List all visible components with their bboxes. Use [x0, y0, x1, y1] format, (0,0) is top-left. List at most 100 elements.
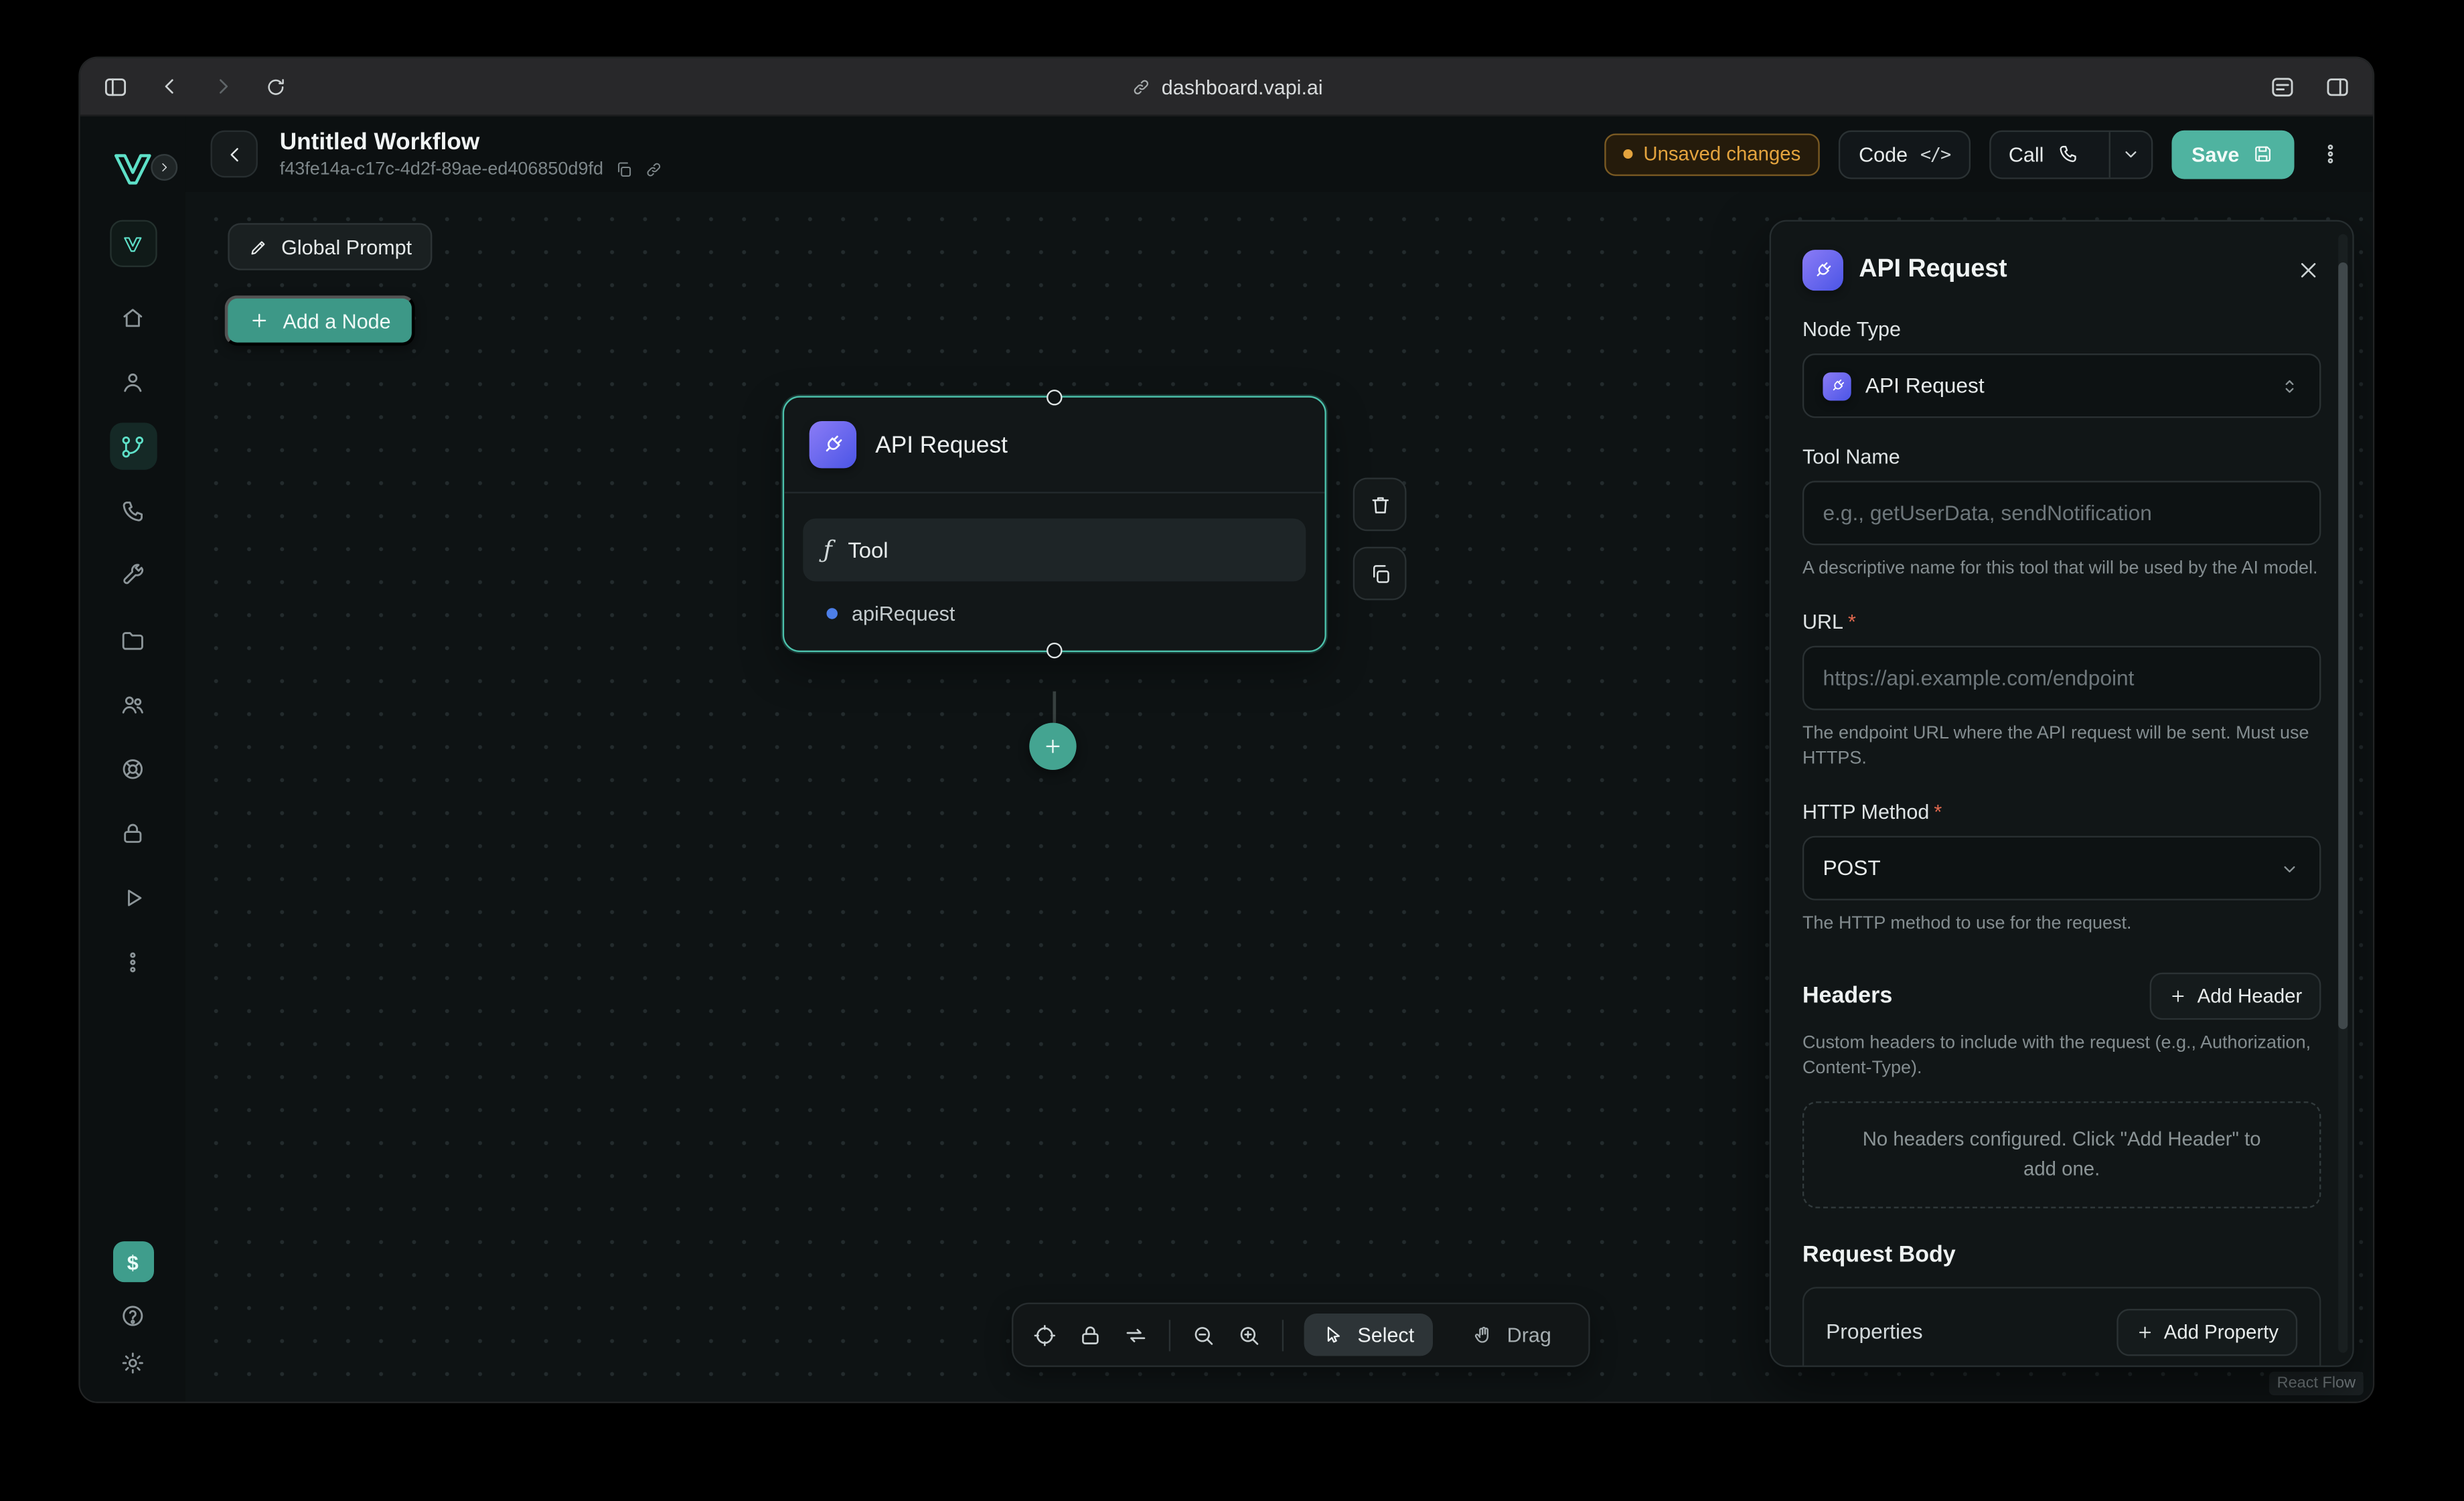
- headers-empty-state: No headers configured. Click "Add Header…: [1802, 1101, 2321, 1207]
- node-tool-section[interactable]: ƒ Tool: [803, 518, 1306, 581]
- sidebar-item-api-keys[interactable]: [109, 809, 156, 856]
- sidebar-item-squads[interactable]: [109, 680, 156, 727]
- link-icon: [1130, 76, 1151, 97]
- drag-mode-button[interactable]: Drag: [1454, 1314, 1570, 1356]
- sidebar-item-tools[interactable]: [109, 552, 156, 599]
- lock-canvas-button[interactable]: [1078, 1322, 1103, 1348]
- auto-layout-button[interactable]: [1124, 1322, 1149, 1348]
- sidebar-item-files[interactable]: [109, 616, 156, 663]
- save-button[interactable]: Save: [2171, 130, 2295, 179]
- node-config-panel: API Request Node Type API Request Tool N…: [1770, 220, 2354, 1367]
- user-icon: [119, 368, 146, 395]
- org-switcher[interactable]: [109, 220, 156, 267]
- call-dropdown-button[interactable]: [2108, 131, 2151, 177]
- api-request-node[interactable]: API Request ƒ Tool apiRequest: [783, 396, 1326, 652]
- tool-name: apiRequest: [852, 602, 955, 625]
- browser-reload-icon[interactable]: [264, 74, 287, 98]
- vapi-logo-icon: [112, 147, 154, 189]
- sidebar-item-more[interactable]: [109, 938, 156, 985]
- browser-reader-icon[interactable]: [2269, 73, 2296, 100]
- sidebar-item-phone-numbers[interactable]: [109, 487, 156, 534]
- add-next-node-button[interactable]: [1029, 723, 1076, 770]
- node-source-handle[interactable]: [1047, 643, 1062, 658]
- browser-sidebar-toggle-icon[interactable]: [102, 73, 129, 100]
- close-panel-button[interactable]: [2296, 258, 2321, 283]
- plug-icon: [1812, 259, 1834, 281]
- sidebar-item-support[interactable]: [109, 744, 156, 791]
- fit-view-button[interactable]: [1032, 1322, 1058, 1348]
- help-circle-icon: [119, 1303, 146, 1330]
- duplicate-icon: [1368, 562, 1391, 585]
- code-button[interactable]: Code </>: [1839, 130, 1971, 179]
- org-vapi-icon: [123, 234, 143, 254]
- node-tool-item[interactable]: apiRequest: [803, 581, 1306, 628]
- sidebar-expand-button[interactable]: [151, 154, 177, 181]
- sidebar-item-assistants[interactable]: [109, 358, 156, 405]
- link-icon: [644, 160, 663, 179]
- global-prompt-button[interactable]: Global Prompt: [228, 223, 432, 270]
- copy-id-button[interactable]: [614, 160, 633, 179]
- plus-icon: [2169, 986, 2187, 1005]
- select-mode-button[interactable]: Select: [1304, 1314, 1434, 1356]
- edge-connector: [1053, 692, 1055, 723]
- page-title: Untitled Workflow: [280, 129, 663, 155]
- lock-icon: [119, 819, 146, 846]
- call-button-main[interactable]: Call: [1991, 131, 2096, 177]
- node-target-handle[interactable]: [1047, 390, 1062, 405]
- node-type-value: API Request: [1865, 374, 1985, 398]
- panel-scrollbar-thumb[interactable]: [2338, 262, 2347, 1029]
- trash-icon: [1368, 493, 1391, 516]
- sidebar-item-settings[interactable]: [119, 1350, 146, 1376]
- zoom-out-button[interactable]: [1191, 1322, 1217, 1348]
- back-button[interactable]: [210, 131, 257, 177]
- divider: [1282, 1319, 1284, 1350]
- add-property-button[interactable]: Add Property: [2116, 1308, 2297, 1355]
- request-body-box: Properties Add Property: [1802, 1286, 2321, 1367]
- duplicate-node-button[interactable]: [1353, 547, 1407, 601]
- sidebar-item-test[interactable]: [109, 874, 156, 921]
- url-input[interactable]: [1802, 645, 2321, 710]
- node-action-toolbar: [1353, 477, 1407, 600]
- crosshair-icon: [1032, 1322, 1058, 1348]
- gear-icon: [119, 1350, 146, 1376]
- dollar-icon: $: [127, 1250, 139, 1273]
- workflow-id: f43fe14a-c17c-4d2f-89ae-ed406850d9fd: [280, 160, 603, 179]
- wrench-icon: [119, 562, 146, 588]
- sidebar-item-workflows[interactable]: [109, 422, 156, 469]
- sidebar-item-help[interactable]: [119, 1303, 146, 1330]
- workflow-canvas[interactable]: Global Prompt Add a Node API Request: [185, 191, 2373, 1401]
- add-header-button[interactable]: Add Header: [2150, 972, 2321, 1019]
- share-link-button[interactable]: [644, 160, 663, 179]
- status-dot: [1623, 149, 1632, 159]
- tool-name-input[interactable]: [1802, 481, 2321, 545]
- sidebar: $: [80, 116, 185, 1402]
- phone-icon: [2056, 143, 2078, 165]
- plus-icon: [248, 309, 271, 331]
- browser-forward-icon[interactable]: [210, 74, 236, 99]
- http-method-select[interactable]: POST: [1802, 836, 2321, 900]
- chevron-down-icon: [2119, 143, 2141, 165]
- browser-chrome: dashboard.vapi.ai: [80, 58, 2373, 116]
- vapi-logo[interactable]: [80, 135, 185, 202]
- unsaved-changes-badge: Unsaved changes: [1604, 133, 1820, 175]
- users-group-icon: [119, 690, 146, 717]
- add-node-button[interactable]: Add a Node: [225, 295, 414, 345]
- address-bar[interactable]: dashboard.vapi.ai: [1130, 74, 1323, 98]
- hand-icon: [1472, 1324, 1494, 1346]
- close-icon: [2296, 258, 2321, 283]
- zoom-in-button[interactable]: [1237, 1322, 1262, 1348]
- function-icon: ƒ: [824, 536, 832, 564]
- header-more-button[interactable]: [2313, 131, 2348, 177]
- api-request-node-icon: [810, 421, 856, 468]
- sidebar-item-overview[interactable]: [109, 294, 156, 341]
- sidebar-nav: [109, 294, 156, 985]
- usage-billing-button[interactable]: $: [112, 1241, 153, 1282]
- node-type-select[interactable]: API Request: [1802, 353, 2321, 418]
- chevron-down-icon: [2279, 857, 2301, 879]
- chevron-left-icon: [222, 142, 246, 165]
- delete-node-button[interactable]: [1353, 477, 1407, 531]
- browser-panel-right-icon[interactable]: [2324, 73, 2351, 100]
- save-icon: [2252, 143, 2274, 165]
- node-title: API Request: [875, 431, 1008, 458]
- browser-back-icon[interactable]: [157, 74, 183, 99]
